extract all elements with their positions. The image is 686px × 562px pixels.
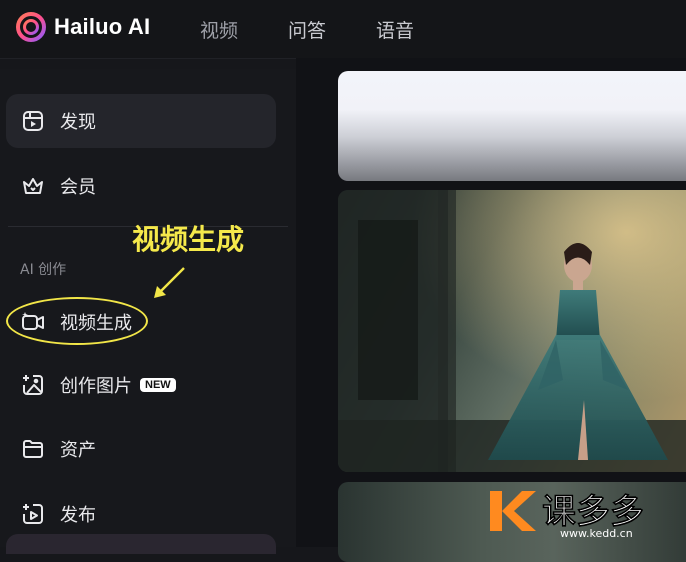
watermark-brand: 课多多 [542,492,644,532]
feed-card[interactable] [338,71,686,181]
sidebar-item-video-generate[interactable]: 视频生成 [6,295,276,349]
video-generate-icon [20,309,46,335]
section-label-ai-create: AI 创作 [20,262,67,278]
folder-icon [20,436,46,462]
sidebar-item-image-create[interactable]: 创作图片 NEW [6,358,276,412]
kedd-watermark-logo: 课多多 www.kedd.cn [490,491,644,539]
sidebar-item-label: 发现 [60,112,96,133]
annotation-label: 视频生成 [132,223,245,256]
nav-voice[interactable]: 语音 [376,16,414,43]
top-nav: 视频 问答 语音 [200,16,464,43]
image-create-icon [20,372,46,398]
sidebar-item-label: 资产 [60,440,96,461]
discover-icon [20,108,46,134]
sidebar-item-label: 视频生成 [60,313,132,334]
content-feed [296,58,686,562]
sidebar: 发现 会员 AI 创作 视频生成 创作图片 NEW 资产 发布 [0,69,296,554]
feed-card[interactable] [338,190,686,472]
nav-video[interactable]: 视频 [200,16,238,43]
hailuo-logo-icon [16,12,46,42]
sidebar-item-discover[interactable]: 发现 [6,94,276,148]
watermark-url: www.kedd.cn [560,527,633,539]
annotation-arrow-icon [154,267,185,298]
sidebar-item-publish[interactable]: 发布 [6,487,276,541]
sidebar-item-label: 会员 [60,177,96,198]
crown-icon [20,173,46,199]
sidebar-item-label: 创作图片 [60,376,132,397]
sidebar-item-assets[interactable]: 资产 [6,422,276,476]
nav-qa[interactable]: 问答 [288,16,326,43]
top-bar: Hailuo AI 视频 问答 语音 [0,0,686,59]
publish-icon [20,501,46,527]
feed-image-thumbnail [338,190,686,472]
new-badge: NEW [140,378,176,392]
brand-logo[interactable]: Hailuo AI [16,12,150,42]
sidebar-highlight [6,534,276,554]
sidebar-item-membership[interactable]: 会员 [6,159,276,213]
brand-name: Hailuo AI [54,14,151,39]
sidebar-item-label: 发布 [60,505,96,526]
